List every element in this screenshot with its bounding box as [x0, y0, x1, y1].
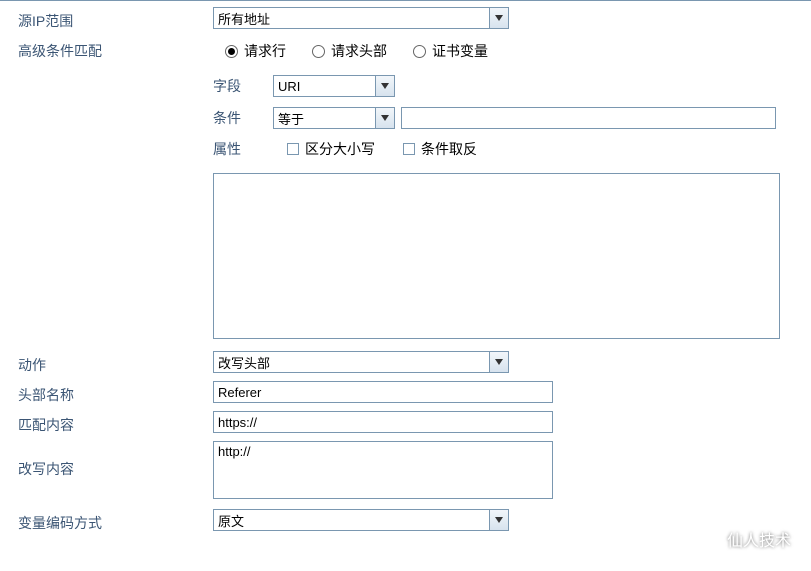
checkbox-negate[interactable]: 条件取反 [403, 139, 477, 159]
chevron-down-icon [375, 108, 394, 128]
row-source-ip: 源IP范围 所有地址 [18, 7, 801, 31]
label-encoding: 变量编码方式 [18, 509, 213, 533]
label-header-name: 头部名称 [18, 381, 213, 405]
condition-select[interactable]: 等于 [273, 107, 395, 129]
checkbox-case-sensitive[interactable]: 区分大小写 [287, 139, 375, 159]
label-field: 字段 [213, 76, 263, 96]
radio-label: 请求行 [244, 41, 286, 61]
row-encoding: 变量编码方式 原文 [18, 509, 801, 533]
row-rewrite-content: 改写内容 [18, 441, 801, 499]
radio-icon [312, 45, 325, 58]
row-match-content: 匹配内容 [18, 411, 801, 435]
match-content-input[interactable] [213, 411, 553, 433]
row-action: 动作 改写头部 [18, 351, 801, 375]
config-form: 源IP范围 所有地址 高级条件匹配 请求行 请求头部 [0, 0, 811, 571]
source-ip-value: 所有地址 [214, 9, 489, 28]
radio-icon [413, 45, 426, 58]
match-type-radiogroup: 请求行 请求头部 证书变量 [213, 37, 801, 61]
header-name-input[interactable] [213, 381, 553, 403]
checkbox-icon [287, 143, 299, 155]
checkbox-label: 区分大小写 [305, 139, 375, 159]
label-rewrite-content: 改写内容 [18, 441, 213, 479]
label-condition: 条件 [213, 108, 263, 128]
label-advanced: 高级条件匹配 [18, 37, 213, 61]
radio-request-line[interactable]: 请求行 [225, 41, 286, 61]
radio-request-header[interactable]: 请求头部 [312, 41, 387, 61]
label-action: 动作 [18, 351, 213, 375]
radio-label: 请求头部 [331, 41, 387, 61]
field-value: URI [274, 79, 375, 94]
radio-cert-variable[interactable]: 证书变量 [413, 41, 488, 61]
row-header-name: 头部名称 [18, 381, 801, 405]
chevron-down-icon [489, 8, 508, 28]
row-advanced-match: 高级条件匹配 请求行 请求头部 证书变量 字段 URI [18, 37, 801, 339]
source-ip-select[interactable]: 所有地址 [213, 7, 509, 29]
wechat-icon [693, 528, 719, 550]
action-select[interactable]: 改写头部 [213, 351, 509, 373]
watermark: 仙人技术 [693, 527, 791, 551]
encoding-value: 原文 [214, 511, 489, 530]
rules-textarea[interactable] [213, 173, 780, 339]
radio-label: 证书变量 [432, 41, 488, 61]
checkbox-icon [403, 143, 415, 155]
checkbox-label: 条件取反 [421, 139, 477, 159]
label-source-ip: 源IP范围 [18, 7, 213, 31]
label-match-content: 匹配内容 [18, 411, 213, 435]
watermark-text: 仙人技术 [727, 527, 791, 551]
condition-op-value: 等于 [274, 109, 375, 128]
action-value: 改写头部 [214, 353, 489, 372]
chevron-down-icon [375, 76, 394, 96]
condition-value-input[interactable] [401, 107, 776, 129]
chevron-down-icon [489, 352, 508, 372]
condition-subgrid: 字段 URI 条件 等于 属性 区分大小写 [213, 75, 801, 159]
label-attribute: 属性 [213, 139, 263, 159]
field-select[interactable]: URI [273, 75, 395, 97]
radio-icon [225, 45, 238, 58]
encoding-select[interactable]: 原文 [213, 509, 509, 531]
chevron-down-icon [489, 510, 508, 530]
rewrite-content-input[interactable] [213, 441, 553, 499]
